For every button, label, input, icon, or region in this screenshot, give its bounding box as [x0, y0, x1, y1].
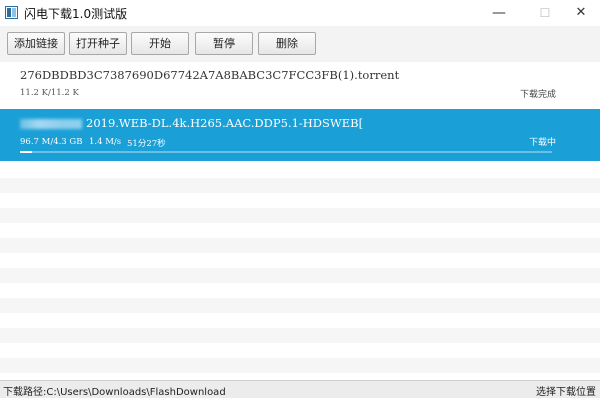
empty-row	[0, 268, 600, 283]
status-bar: 下载路径:C:\Users\Downloads\FlashDownload 选择…	[0, 380, 600, 398]
minimize-button[interactable]: —	[480, 0, 518, 26]
redacted-text	[20, 119, 82, 129]
download-status: 下载完成	[519, 90, 556, 100]
download-name: 276DBDBD3C7387690D67742A7A8BABC3C7FCC3FB…	[20, 68, 400, 82]
empty-row	[0, 358, 600, 373]
download-item[interactable]: 276DBDBD3C7387690D67742A7A8BABC3C7FCC3FB…	[0, 62, 600, 108]
app-icon	[5, 6, 18, 19]
title-bar: 闪电下载1.0测试版 — ☐ ✕	[0, 0, 600, 26]
progress-fill	[20, 151, 32, 153]
download-status: 下载中	[528, 138, 556, 148]
open-torrent-button[interactable]: 打开种子	[69, 32, 127, 55]
download-size: 96.7 M/4.3 GB	[20, 137, 83, 147]
download-path: 下载路径:C:\Users\Downloads\FlashDownload	[3, 387, 226, 398]
download-item-selected[interactable]: 2019.WEB-DL.4k.H265.AAC.DDP5.1-HDSWEB[ 9…	[0, 109, 600, 161]
download-name: 2019.WEB-DL.4k.H265.AAC.DDP5.1-HDSWEB[	[86, 116, 364, 130]
empty-row	[0, 238, 600, 253]
pause-button[interactable]: 暂停	[195, 32, 253, 55]
progress-bar	[20, 151, 552, 153]
maximize-button[interactable]: ☐	[526, 0, 564, 26]
close-button[interactable]: ✕	[562, 0, 600, 26]
choose-location-button[interactable]: 选择下载位置	[536, 383, 596, 398]
start-button[interactable]: 开始	[131, 32, 189, 55]
empty-row	[0, 208, 600, 223]
download-speed: 1.4 M/s	[89, 137, 122, 147]
delete-button[interactable]: 删除	[258, 32, 316, 55]
download-list: 276DBDBD3C7387690D67742A7A8BABC3C7FCC3FB…	[0, 62, 600, 380]
empty-row	[0, 328, 600, 343]
download-name-wrap: 2019.WEB-DL.4k.H265.AAC.DDP5.1-HDSWEB[	[20, 116, 363, 130]
window-title: 闪电下载1.0测试版	[24, 7, 128, 21]
empty-row	[0, 178, 600, 193]
add-link-button[interactable]: 添加链接	[7, 32, 65, 55]
toolbar: 添加链接 打开种子 开始 暂停 删除	[0, 26, 600, 63]
download-eta: 51分27秒	[127, 139, 166, 149]
download-size: 11.2 K/11.2 K	[20, 88, 79, 98]
empty-row	[0, 298, 600, 313]
